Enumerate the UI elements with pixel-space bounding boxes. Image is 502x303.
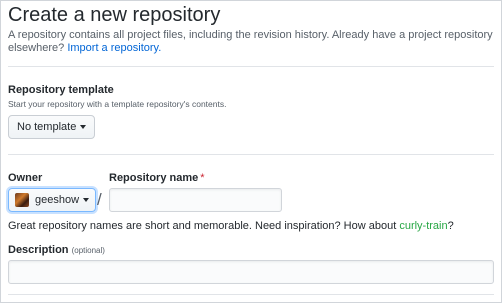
divider: [8, 294, 494, 295]
hint-text: Great repository names are short and mem…: [8, 220, 397, 232]
description-input[interactable]: [8, 260, 494, 284]
template-heading: Repository template: [8, 84, 114, 96]
description-optional: (optional): [71, 246, 105, 255]
owner-select-label: geeshow: [35, 194, 80, 206]
avatar-icon: [15, 193, 29, 207]
repository-name-label: Repository name *: [109, 172, 205, 184]
page-subtitle: A repository contains all project files,…: [8, 29, 496, 55]
divider: [8, 66, 494, 67]
owner-repo-separator: /: [97, 190, 102, 209]
description-label: Description (optional): [8, 244, 105, 256]
page-title: Create a new repository: [8, 4, 221, 26]
repository-name-label-text: Repository name: [109, 172, 199, 184]
name-suggestion[interactable]: curly-train: [399, 220, 447, 232]
template-note: Start your repository with a template re…: [8, 99, 227, 109]
import-repository-link[interactable]: Import a repository.: [67, 42, 161, 54]
description-label-text: Description: [8, 244, 69, 256]
owner-label: Owner: [8, 172, 43, 184]
caret-down-icon: [80, 125, 87, 129]
owner-select-button[interactable]: geeshow: [8, 188, 97, 212]
hint-suffix: ?: [447, 220, 454, 232]
template-select-button[interactable]: No template: [8, 115, 96, 139]
required-marker: *: [200, 172, 205, 184]
repository-name-hint: Great repository names are short and mem…: [8, 220, 454, 232]
repository-name-input[interactable]: [109, 188, 282, 212]
divider: [8, 154, 494, 155]
template-select-label: No template: [17, 121, 77, 133]
caret-down-icon: [83, 198, 90, 202]
